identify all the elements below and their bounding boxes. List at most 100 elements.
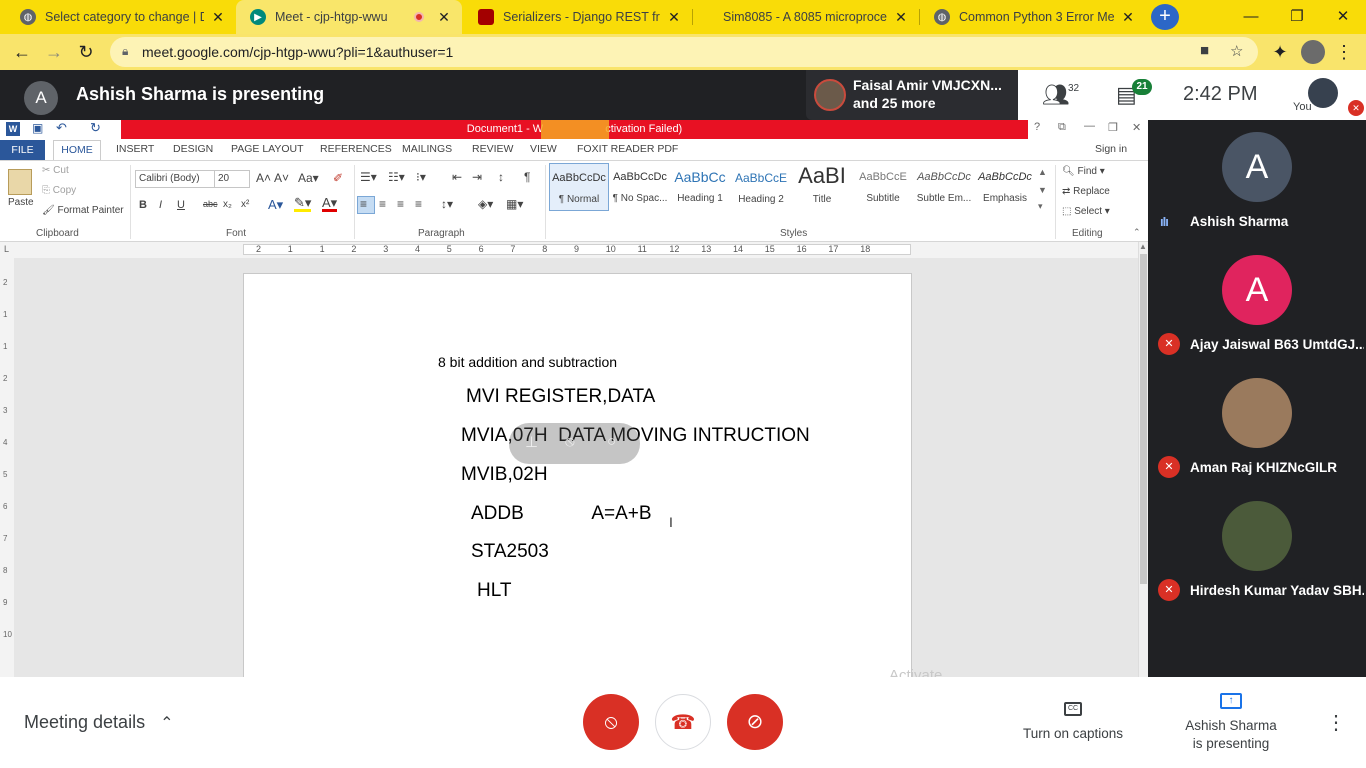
browser-tab-3[interactable]: Serializers - Django REST fram ✕ xyxy=(464,0,692,34)
profile-avatar[interactable] xyxy=(1301,40,1325,64)
document-scrollbar[interactable]: ▲ xyxy=(1138,242,1148,677)
more-options-icon[interactable]: ○ xyxy=(607,433,616,450)
self-avatar[interactable] xyxy=(1308,78,1338,108)
scroll-up-icon[interactable]: ▲ xyxy=(1139,242,1147,251)
align-right-icon[interactable]: ≡ xyxy=(397,197,404,211)
tab-close-icon[interactable]: ✕ xyxy=(893,9,909,26)
captions-button[interactable]: CC Turn on captions xyxy=(1010,695,1136,745)
paste-button[interactable]: Paste xyxy=(8,197,34,208)
cut-button[interactable]: ✂︎ Cut xyxy=(42,165,69,176)
mute-icon[interactable]: ⦸ xyxy=(565,433,575,450)
lock-icon[interactable]: 🔒︎ xyxy=(122,44,128,59)
styles-scroll-down-icon[interactable]: ▼ xyxy=(1038,185,1047,195)
font-size-select[interactable]: 20 xyxy=(214,170,250,188)
tab-close-icon[interactable]: ✕ xyxy=(666,9,682,26)
tab-close-icon[interactable]: ✕ xyxy=(436,9,452,26)
strikethrough-button[interactable]: abc xyxy=(203,199,218,209)
browser-tab-4[interactable]: Sim8085 - A 8085 microproces ✕ xyxy=(693,0,919,34)
highlight-icon[interactable]: ✎▾ xyxy=(294,196,312,212)
numbering-icon[interactable]: ☷▾ xyxy=(388,170,405,184)
participant-tile[interactable]: ✕ Hirdesh Kumar Yadav SBH... xyxy=(1148,489,1366,612)
tab-file[interactable]: FILE xyxy=(0,140,45,160)
paste-icon[interactable] xyxy=(8,169,32,195)
new-tab-button[interactable]: + xyxy=(1151,4,1179,30)
format-painter-button[interactable]: 🖌︎ Format Painter xyxy=(42,205,124,216)
styles-more-icon[interactable]: ▾ xyxy=(1038,201,1043,212)
sort-icon[interactable]: ↕ xyxy=(498,170,504,184)
tab-home[interactable]: HOME xyxy=(53,140,101,161)
pin-icon[interactable]: ⊥ xyxy=(525,433,538,451)
ribbon-display-button[interactable]: ⧉ xyxy=(1058,121,1066,134)
browser-tab-1[interactable]: ◍ Select category to change | Dja ✕ xyxy=(6,0,236,34)
text-effects-icon[interactable]: A▾ xyxy=(268,197,283,213)
more-options-icon[interactable]: ⋮ xyxy=(1326,710,1346,735)
style-heading-1[interactable]: AaBbCc Heading 1 xyxy=(670,163,730,211)
increase-indent-icon[interactable]: ⇥ xyxy=(472,170,482,184)
font-family-select[interactable]: Calibri (Body) xyxy=(135,170,215,188)
participant-tile[interactable]: A ıIı Ashish Sharma xyxy=(1148,120,1366,243)
presenting-button[interactable]: ↑ Ashish Sharma is presenting xyxy=(1170,693,1292,755)
forward-button[interactable]: → xyxy=(42,40,66,64)
vertical-ruler[interactable]: 2 1 1 2 3 4 5 6 7 8 9 10 xyxy=(0,258,14,677)
people-icon[interactable]: 👥︎ xyxy=(1042,82,1070,108)
style-heading-2[interactable]: AaBbCcE Heading 2 xyxy=(731,163,791,211)
bookmark-star-icon[interactable]: ☆ xyxy=(1230,42,1243,60)
sign-in-link[interactable]: Sign in xyxy=(1095,143,1127,155)
copy-button[interactable]: ⎘ Copy xyxy=(42,185,76,196)
word-restore-button[interactable]: ❐ xyxy=(1108,121,1118,134)
word-close-button[interactable]: ✕ xyxy=(1132,121,1141,134)
shrink-font-icon[interactable]: A˅ xyxy=(274,171,289,185)
collapse-ribbon-icon[interactable]: ⌃ xyxy=(1133,227,1141,238)
browser-tab-5[interactable]: ◍ Common Python 3 Error Mess ✕ xyxy=(920,0,1146,34)
clear-format-icon[interactable]: ✐ xyxy=(333,171,343,185)
tab-review[interactable]: REVIEW xyxy=(472,143,513,155)
minimize-button[interactable]: — xyxy=(1228,0,1274,34)
participant-tile[interactable]: ✕ Aman Raj KHIZNcGlLR xyxy=(1148,366,1366,489)
close-window-button[interactable]: ✕ xyxy=(1320,0,1366,34)
style-emphasis[interactable]: AaBbCcDc Emphasis xyxy=(975,163,1035,211)
select-button[interactable]: ⬚ Select ▾ xyxy=(1062,206,1110,217)
restore-button[interactable]: ❐ xyxy=(1274,0,1320,34)
floating-share-controls[interactable]: ⊥ ⦸ ○ xyxy=(509,423,640,464)
camera-icon[interactable]: ■ xyxy=(1200,42,1209,59)
bold-button[interactable]: B xyxy=(139,199,147,211)
replace-button[interactable]: ⇄ Replace xyxy=(1062,186,1110,197)
extensions-icon[interactable]: ✦ xyxy=(1268,40,1292,64)
tab-close-icon[interactable]: ✕ xyxy=(1120,9,1136,26)
style-title[interactable]: AaBI Title xyxy=(792,163,852,211)
font-color-icon[interactable]: A▾ xyxy=(322,196,338,212)
participant-tile[interactable]: A ✕ Ajay Jaiswal B63 UmtdGJ... xyxy=(1148,243,1366,366)
multilevel-list-icon[interactable]: ⁝▾ xyxy=(416,170,426,184)
browser-menu-icon[interactable]: ⋮ xyxy=(1332,40,1356,64)
leave-call-button[interactable]: ☎︎ xyxy=(655,694,711,750)
change-case-icon[interactable]: Aa▾ xyxy=(298,171,319,185)
tab-view[interactable]: VIEW xyxy=(530,143,557,155)
superscript-button[interactable]: x² xyxy=(241,199,249,210)
style-subtitle[interactable]: AaBbCcE Subtitle xyxy=(853,163,913,211)
decrease-indent-icon[interactable]: ⇤ xyxy=(452,170,462,184)
reload-button[interactable]: ↻ xyxy=(74,40,98,64)
tab-close-icon[interactable]: ✕ xyxy=(210,9,226,26)
document-page[interactable]: 8 bit addition and subtraction MVI REGIS… xyxy=(243,273,942,677)
tab-insert[interactable]: INSERT xyxy=(116,143,154,155)
show-marks-icon[interactable]: ¶ xyxy=(524,170,530,184)
style-normal[interactable]: AaBbCcDc ¶ Normal xyxy=(549,163,609,211)
camera-toggle-button[interactable]: ⊘ xyxy=(727,694,783,750)
horizontal-ruler[interactable]: L 2 1 1 2 3 4 5 6 7 8 9 10 11 12 13 14 15 16 17 18 xyxy=(0,242,1148,258)
align-center-icon[interactable]: ≡ xyxy=(379,197,386,211)
line-spacing-icon[interactable]: ↕▾ xyxy=(441,197,453,211)
browser-tab-2[interactable]: ▶ Meet - cjp-htgp-wwu ✕ xyxy=(236,0,462,34)
pinned-participant-box[interactable]: Faisal Amir VMJCXN... and 25 more xyxy=(806,70,1018,120)
style-subtle-emphasis[interactable]: AaBbCcDc Subtle Em... xyxy=(914,163,974,211)
url-text[interactable]: meet.google.com/cjp-htgp-wwu?pli=1&authu… xyxy=(142,44,453,60)
justify-icon[interactable]: ≡ xyxy=(415,197,422,211)
borders-icon[interactable]: ▦▾ xyxy=(506,197,523,211)
tab-foxit[interactable]: FOXIT READER PDF xyxy=(577,143,678,155)
save-icon[interactable]: ▣ xyxy=(32,121,43,135)
tab-design[interactable]: DESIGN xyxy=(173,143,213,155)
italic-button[interactable]: I xyxy=(159,199,162,211)
shading-icon[interactable]: ◈▾ xyxy=(478,197,493,211)
find-button[interactable]: 🔍︎ Find ▾ xyxy=(1062,166,1105,177)
grow-font-icon[interactable]: A˄ xyxy=(256,171,271,185)
style-no-spacing[interactable]: AaBbCcDc ¶ No Spac... xyxy=(610,163,670,211)
